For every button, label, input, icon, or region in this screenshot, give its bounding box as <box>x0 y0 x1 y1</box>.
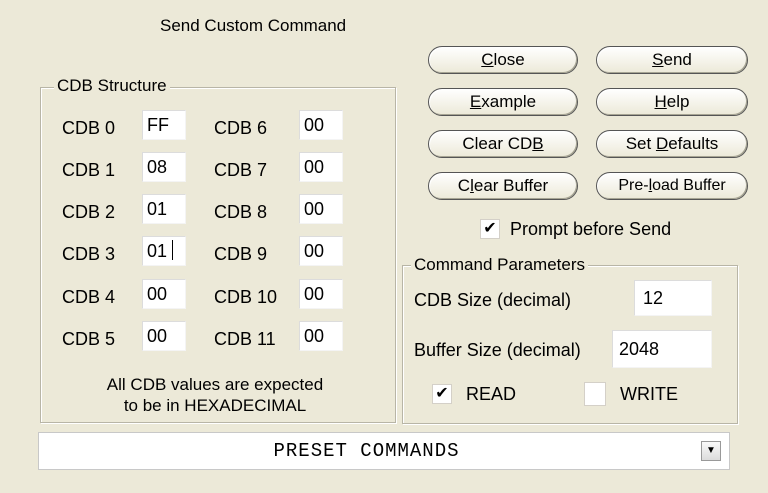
cdb-10-field[interactable] <box>299 279 343 309</box>
buffer-size-label: Buffer Size (decimal) <box>414 340 581 360</box>
help-button-key: H <box>654 92 667 111</box>
hex-note-line1: All CDB values are expected <box>106 375 324 394</box>
set-defaults-button-key: D <box>655 134 669 153</box>
send-custom-command-dialog: Send Custom Command CDB Structure CDB 0 … <box>0 0 768 493</box>
cdb-3-label: CDB 3 <box>62 244 116 264</box>
text-caret <box>172 240 173 260</box>
cdb-8-field[interactable] <box>299 194 343 224</box>
send-button-post: end <box>663 50 692 69</box>
preload-buffer-button-post: oad Buffer <box>652 177 726 194</box>
cdb-2-label: CDB 2 <box>62 202 116 222</box>
cdb-4-field[interactable] <box>142 279 186 309</box>
cdb-11-label: CDB 11 <box>214 329 276 349</box>
close-button-post: lose <box>493 50 525 69</box>
close-button-key: C <box>481 50 494 69</box>
prompt-before-send-checkbox[interactable]: ✔ <box>480 219 500 239</box>
command-parameters-label: Command Parameters <box>411 255 589 275</box>
clear-cdb-button-pre: Clear CD <box>462 134 533 153</box>
cdb-5-label: CDB 5 <box>62 329 116 349</box>
cdb-0-field[interactable] <box>142 110 186 140</box>
cdb-3-field[interactable] <box>142 236 186 266</box>
example-button-post: xample <box>481 92 537 111</box>
cdb-1-field[interactable] <box>142 152 186 182</box>
preload-buffer-button[interactable]: Pre-load Buffer <box>596 172 748 200</box>
hex-note-line2: to be in HEXADECIMAL <box>123 396 307 415</box>
send-button[interactable]: Send <box>596 46 748 74</box>
cdb-6-label: CDB 6 <box>214 118 268 138</box>
read-label: READ <box>466 384 517 404</box>
clear-buffer-button[interactable]: Clear Buffer <box>428 172 578 200</box>
clear-cdb-button-key: B <box>532 134 544 153</box>
cdb-2-field[interactable] <box>142 194 186 224</box>
write-label: WRITE <box>620 384 678 404</box>
cdb-4-label: CDB 4 <box>62 287 116 307</box>
clear-buffer-button-pre: C <box>457 176 471 195</box>
example-button[interactable]: Example <box>428 88 578 116</box>
cdb-6-field[interactable] <box>299 110 343 140</box>
cdb-7-label: CDB 7 <box>214 160 268 180</box>
cdb-5-field[interactable] <box>142 321 186 351</box>
prompt-before-send-label: Prompt before Send <box>510 219 672 239</box>
close-button[interactable]: Close <box>428 46 578 74</box>
cdb-size-label: CDB Size (decimal) <box>414 290 572 310</box>
preset-commands-dropdown[interactable]: PRESET COMMANDS ▼ <box>38 432 730 470</box>
preset-commands-value: PRESET COMMANDS <box>273 440 460 462</box>
read-checkbox[interactable]: ✔ <box>432 384 452 404</box>
send-button-key: S <box>652 50 664 69</box>
cdb-1-label: CDB 1 <box>62 160 116 180</box>
dropdown-arrow-icon[interactable]: ▼ <box>701 441 721 461</box>
dialog-title: Send Custom Command <box>160 16 347 35</box>
set-defaults-button[interactable]: Set Defaults <box>596 130 748 158</box>
cdb-7-field[interactable] <box>299 152 343 182</box>
cdb-9-field[interactable] <box>299 236 343 266</box>
buffer-size-field[interactable] <box>612 330 712 368</box>
cdb-9-label: CDB 9 <box>214 244 268 264</box>
help-button-post: elp <box>666 92 690 111</box>
write-checkbox[interactable] <box>584 382 606 406</box>
cdb-0-label: CDB 0 <box>62 118 116 138</box>
cdb-structure-label: CDB Structure <box>54 76 170 96</box>
cdb-11-field[interactable] <box>299 321 343 351</box>
cdb-size-field[interactable] <box>634 280 712 316</box>
cdb-8-label: CDB 8 <box>214 202 268 222</box>
example-button-key: E <box>469 92 482 111</box>
preload-buffer-button-pre: Pre- <box>618 177 649 194</box>
clear-cdb-button[interactable]: Clear CDB <box>428 130 578 158</box>
set-defaults-button-pre: Set <box>625 134 656 153</box>
clear-buffer-button-post: ear Buffer <box>473 176 549 195</box>
set-defaults-button-post: efaults <box>668 134 719 153</box>
help-button[interactable]: Help <box>596 88 748 116</box>
cdb-10-label: CDB 10 <box>214 287 278 307</box>
